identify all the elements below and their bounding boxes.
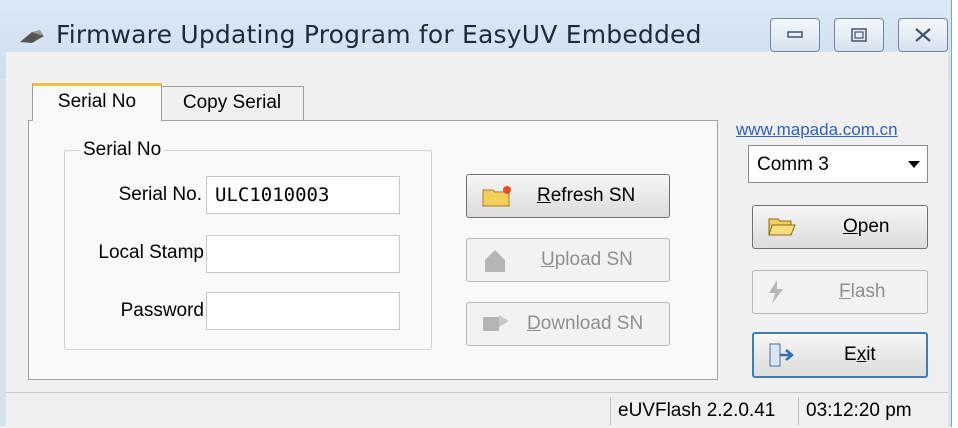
upload-icon [485,250,505,272]
close-icon [915,28,931,42]
status-bar: eUVFlash 2.2.0.41 03:12:20 pm [6,392,948,428]
version-text: eUVFlash 2.2.0.41 [618,400,776,421]
group-title: Serial No [80,139,165,161]
website-link[interactable]: www.mapada.com.cn [736,120,898,140]
app-icon [20,30,44,43]
open-folder-icon [768,218,796,236]
tab-copy-serial[interactable]: Copy Serial [160,86,304,121]
password-input[interactable] [206,292,400,330]
clock-text: 03:12:20 pm [806,400,912,421]
exit-door-icon [769,343,794,367]
tab-serial-no[interactable]: Serial No [32,83,162,121]
download-icon [483,315,509,331]
status-separator [798,397,799,425]
exit-button[interactable]: Exit [752,332,928,378]
maximize-button[interactable] [834,18,884,52]
app-window: Firmware Updating Program for EasyUV Emb… [0,0,952,428]
upload-sn-button[interactable]: Upload SN [466,238,670,282]
tab-label: Copy Serial [182,92,282,113]
serial-no-input[interactable] [206,176,400,214]
maximize-icon [851,28,867,42]
open-button[interactable]: Open [752,205,928,249]
tab-label: Serial No [57,91,137,112]
minimize-button[interactable] [770,18,820,52]
folder-refresh-icon [482,186,511,207]
download-sn-button[interactable]: Download SN [466,302,670,346]
port-select-value: Comm 3 [757,154,829,175]
lightning-icon [769,280,783,304]
close-button[interactable] [898,18,948,52]
serial-no-label: Serial No. [118,184,202,205]
minimize-icon [787,31,803,38]
status-separator [610,397,611,425]
window-title: Firmware Updating Program for EasyUV Emb… [56,20,702,49]
refresh-sn-button[interactable]: Refresh SN [466,174,670,218]
port-select[interactable]: Comm 3 [748,145,928,183]
local-stamp-label: Local Stamp [98,242,204,263]
chevron-down-icon [908,161,920,168]
password-label: Password [120,300,204,321]
local-stamp-input[interactable] [206,235,400,273]
flash-button[interactable]: Flash [752,270,928,314]
